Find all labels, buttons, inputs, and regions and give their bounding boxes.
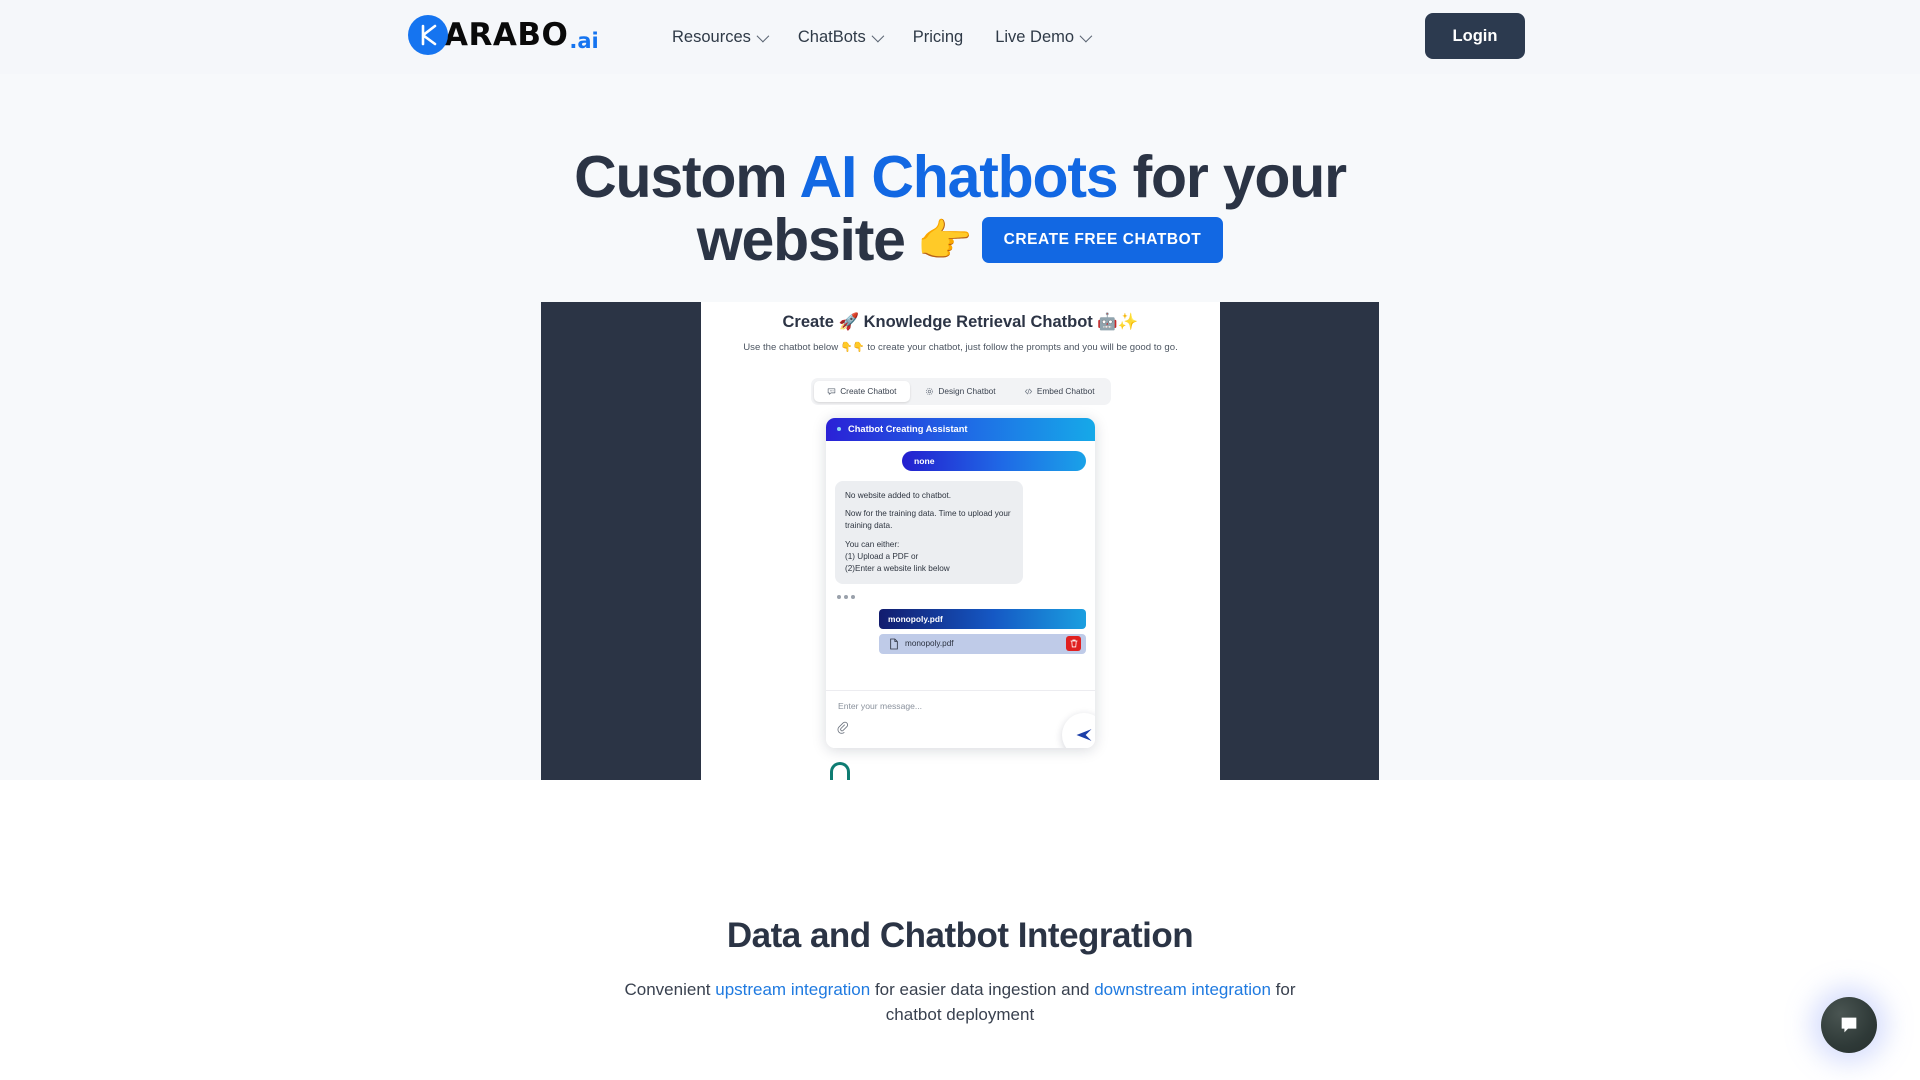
chevron-down-icon <box>756 29 770 42</box>
demo-tab-bar: Create Chatbot Design Chatbot Embed Chat… <box>810 377 1111 405</box>
site-header: ARABO .ai Resources ChatBots Pricing Liv… <box>0 0 1920 74</box>
nav-label-live-demo: Live Demo <box>995 27 1075 46</box>
tab-label-design: Design Chatbot <box>938 386 996 397</box>
brand-logo[interactable]: ARABO .ai <box>408 14 599 56</box>
paperclip-icon <box>837 721 849 734</box>
nav-item-pricing[interactable]: Pricing <box>913 28 963 47</box>
subtitle-part-2: for easier data ingestion and <box>870 979 1095 999</box>
hero-section: Custom AI Chatbots for your website 👉 CR… <box>0 74 1920 780</box>
tab-embed-chatbot[interactable]: Embed Chatbot <box>1011 381 1108 402</box>
chat-widget-button[interactable] <box>1821 997 1877 1053</box>
headline-part-1: Custom <box>574 144 800 210</box>
status-dot-icon <box>837 427 841 432</box>
uploaded-file-chip[interactable]: monopoly.pdf <box>879 633 1086 654</box>
file-icon <box>890 638 898 650</box>
upstream-integration-link[interactable]: upstream integration <box>715 980 870 999</box>
gear-icon <box>926 387 934 395</box>
headline-part-2: for your <box>1117 144 1347 210</box>
nav-item-chatbots[interactable]: ChatBots <box>797 27 885 47</box>
pointing-right-icon: 👉 <box>916 213 973 267</box>
headline-part-3: website <box>696 206 906 273</box>
delete-file-button[interactable] <box>1066 636 1081 652</box>
typing-indicator <box>835 594 1086 599</box>
message-input[interactable]: Enter your message... <box>838 701 922 711</box>
tab-label-embed: Embed Chatbot <box>1036 386 1095 397</box>
chevron-down-icon <box>1079 29 1093 42</box>
send-message-button[interactable] <box>1062 712 1095 748</box>
chatbot-widget: Chatbot Creating Assistant none No websi… <box>826 417 1095 748</box>
create-free-chatbot-button[interactable]: CREATE FREE CHATBOT <box>981 217 1224 264</box>
bot-message-bubble: No website added to chatbot. Now for the… <box>835 480 1023 584</box>
nav-label-chatbots: ChatBots <box>797 27 866 46</box>
bot-line-2: Now for the training data. Time to uploa… <box>845 509 1011 531</box>
chat-bubble-icon <box>1841 1017 1857 1033</box>
logo-k-mark <box>408 15 448 55</box>
headline-highlight: AI Chatbots <box>799 144 1119 210</box>
subtitle-part-1: Convenient <box>624 979 716 999</box>
demo-video-panel[interactable]: Create 🚀 Knowledge Retrieval Chatbot 🤖✨ … <box>541 301 1379 780</box>
integration-section: Data and Chatbot Integration Convenient … <box>0 779 1920 1029</box>
nav-item-resources[interactable]: Resources <box>672 27 770 47</box>
teal-arc-decoration <box>830 761 850 780</box>
chatbot-message-list: none No website added to chatbot. Now fo… <box>826 441 1095 654</box>
nav-label-pricing: Pricing <box>912 27 964 46</box>
nav-label-resources: Resources <box>672 27 751 46</box>
demo-subheading: Use the chatbot below 👇👇 to create your … <box>743 341 1178 353</box>
code-icon <box>1024 388 1032 394</box>
bot-line-3: You can either: (1) Upload a PDF or (2)E… <box>845 540 950 573</box>
tab-label-create: Create Chatbot <box>840 386 897 397</box>
section-title: Data and Chatbot Integration <box>726 915 1194 955</box>
chatbot-title: Chatbot Creating Assistant <box>848 424 968 435</box>
tab-create-chatbot[interactable]: Create Chatbot <box>813 380 911 402</box>
login-button[interactable]: Login <box>1425 13 1525 59</box>
file-chip-label: monopoly.pdf <box>905 639 954 649</box>
user-file-message-bubble: monopoly.pdf <box>879 608 1086 629</box>
chevron-down-icon <box>871 29 885 42</box>
demo-screen: Create 🚀 Knowledge Retrieval Chatbot 🤖✨ … <box>701 301 1220 780</box>
logo-suffix: .ai <box>569 29 599 53</box>
send-icon <box>1076 728 1092 741</box>
user-message-bubble: none <box>902 450 1086 471</box>
trash-icon <box>1069 640 1078 648</box>
main-nav: Resources ChatBots Pricing Live Demo <box>672 0 1093 74</box>
section-subtitle: Convenient upstream integration for easi… <box>610 977 1310 1029</box>
chatbot-input-area: Enter your message... <box>826 689 1095 748</box>
demo-heading: Create 🚀 Knowledge Retrieval Chatbot 🤖✨ <box>782 312 1139 331</box>
page-title: Custom AI Chatbots for your website 👉 CR… <box>520 147 1400 271</box>
tab-design-chatbot[interactable]: Design Chatbot <box>912 381 1009 402</box>
bot-line-1: No website added to chatbot. <box>845 490 952 500</box>
headline-line-2: website 👉 CREATE FREE CHATBOT <box>520 206 1400 273</box>
logo-wordmark: ARABO <box>444 17 569 53</box>
downstream-integration-link[interactable]: downstream integration <box>1094 980 1271 999</box>
chat-icon <box>827 387 836 395</box>
chatbot-header: Chatbot Creating Assistant <box>826 417 1095 441</box>
nav-item-live-demo[interactable]: Live Demo <box>995 27 1093 47</box>
attach-file-button[interactable] <box>837 721 849 739</box>
